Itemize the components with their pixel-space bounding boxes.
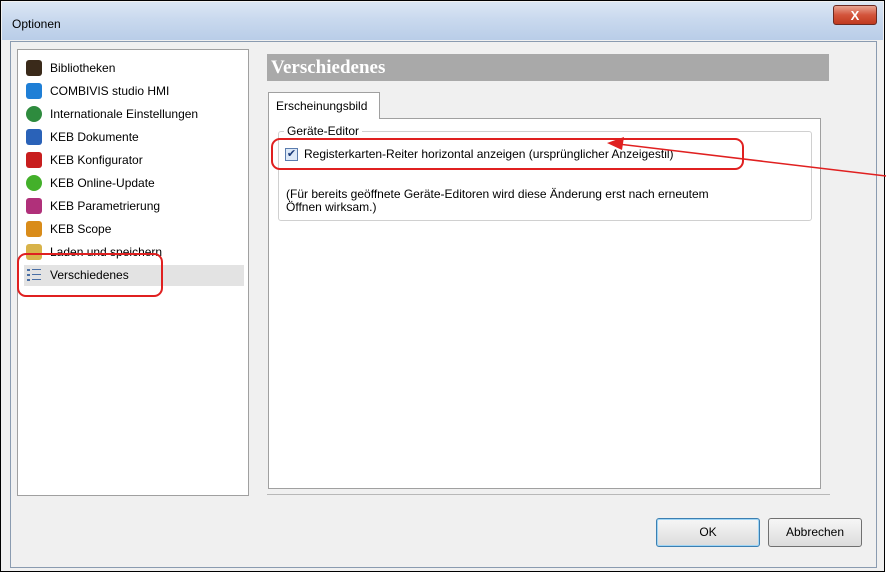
- cancel-button[interactable]: Abbrechen: [768, 518, 862, 547]
- ok-button[interactable]: OK: [656, 518, 760, 547]
- tab-label: Erscheinungsbild: [276, 99, 368, 113]
- annotation-arrow: [607, 137, 887, 177]
- separator-line: [267, 494, 830, 495]
- tab-erscheinungsbild[interactable]: Erscheinungsbild: [268, 92, 380, 119]
